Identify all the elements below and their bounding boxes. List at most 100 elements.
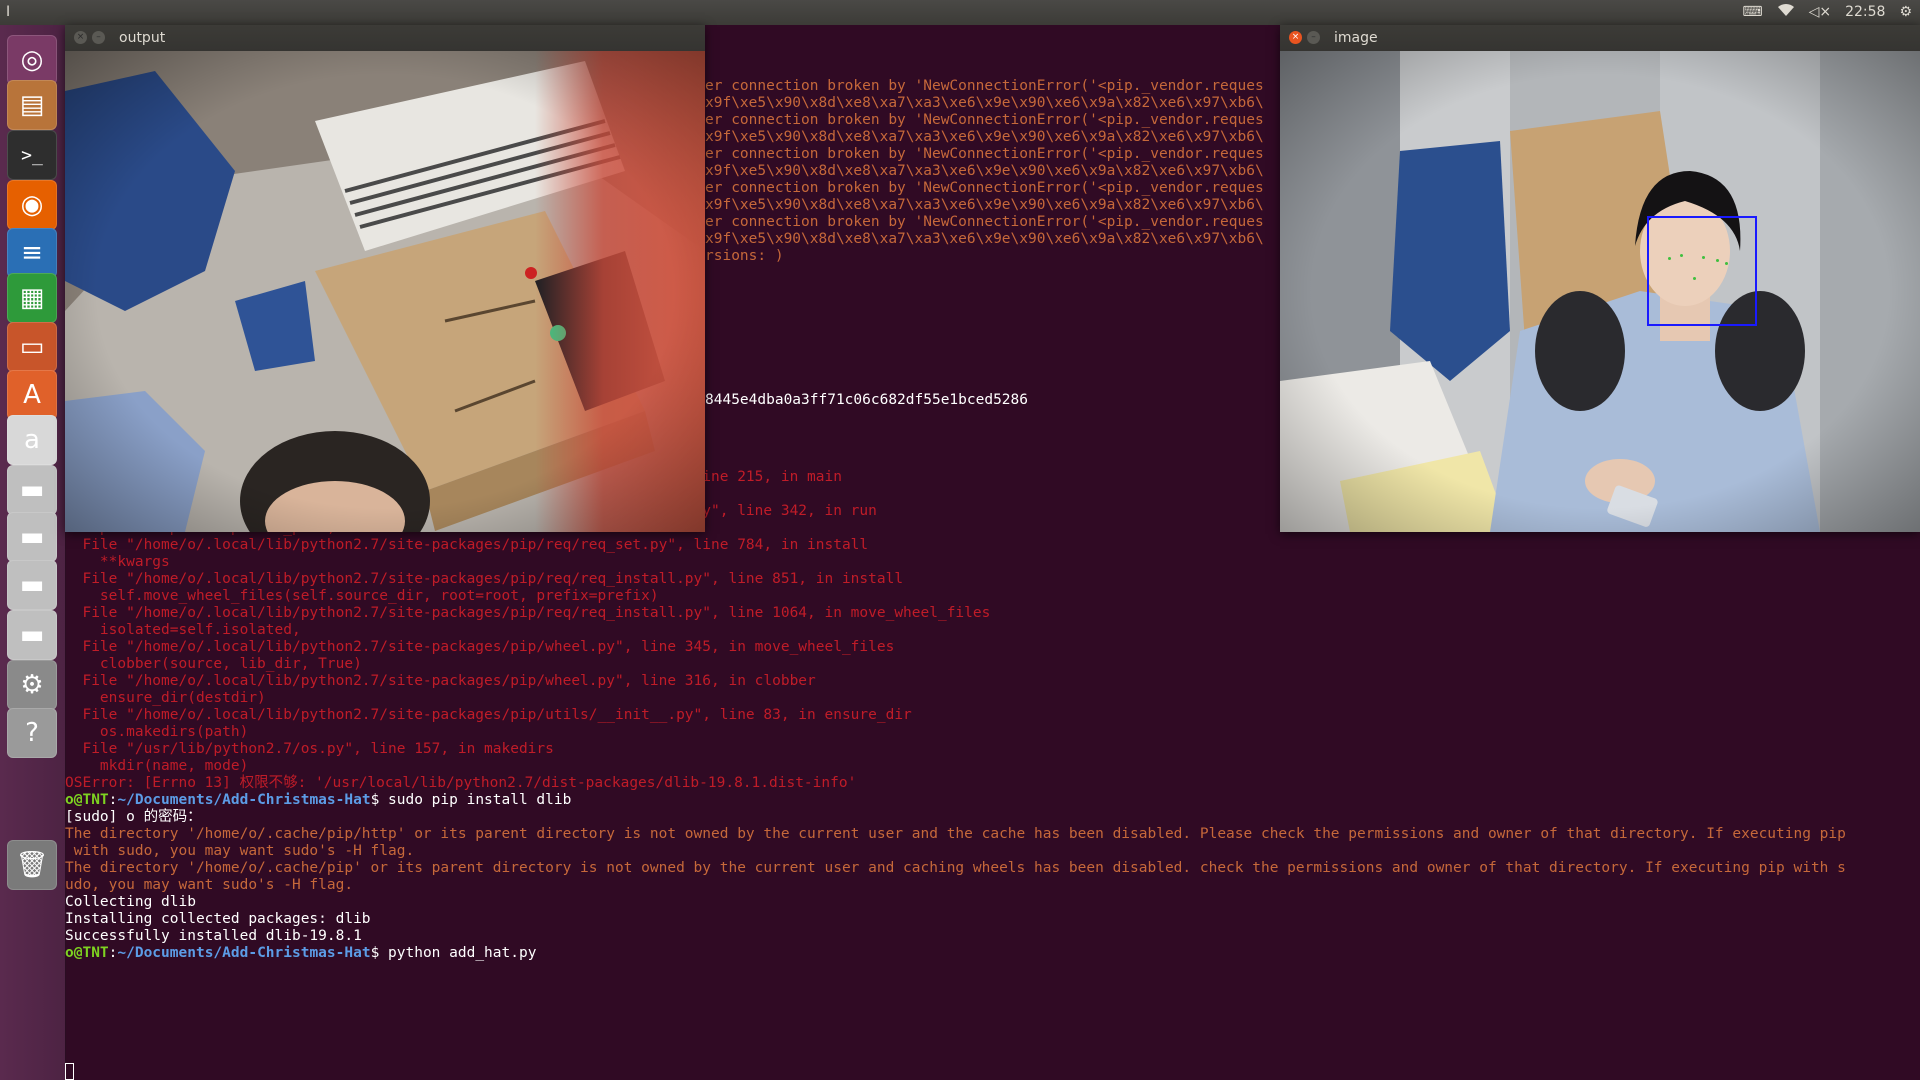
command-text: $ python add_hat.py <box>370 945 537 961</box>
terminal-line: er connection broken by 'NewConnectionEr… <box>705 78 1264 94</box>
terminal-line: o@TNT:~/Documents/Add-Christmas-Hat$ pyt… <box>65 945 536 962</box>
command-text: $ sudo pip install dlib <box>370 792 572 808</box>
terminal-line: 8445e4dba0a3ff71c06c682df55e1bced5286 <box>705 392 1029 408</box>
terminal-line: File "/home/o/.local/lib/python2.7/site-… <box>65 639 895 655</box>
image-titlebar[interactable]: × – image <box>1280 25 1920 51</box>
launcher: ◎ ▤ >_ ◉ ≡ ▦ ▭ Aa ▬ ▬ ▬ ▬ ⚙? 🗑 <box>0 25 66 1080</box>
terminal-cursor <box>65 1063 74 1080</box>
launcher-files[interactable]: ▤ <box>7 80 57 130</box>
image-window[interactable]: × – image <box>1280 25 1920 532</box>
launcher-drive-3[interactable]: ▬ <box>7 560 57 610</box>
terminal-line: isolated=self.isolated, <box>65 622 301 638</box>
launcher-system-settings[interactable]: ⚙ <box>7 660 57 710</box>
output-scene <box>65 51 705 532</box>
prompt-path: ~/Documents/Add-Christmas-Hat <box>117 945 371 961</box>
terminal-line: x9f\xe5\x90\x8d\xe8\xa7\xa3\xe6\x9e\x90\… <box>705 95 1264 111</box>
trash-icon: 🗑 <box>15 850 49 880</box>
drive-icon: ▬ <box>19 475 45 505</box>
system-tray: ⌨ ◁× 22:58 ⚙ <box>1742 3 1912 21</box>
terminal-icon: >_ <box>21 144 43 166</box>
terminal-line: rsions: ) <box>705 248 784 264</box>
terminal-line: File "/home/o/.local/lib/python2.7/site-… <box>65 673 816 689</box>
terminal-line: clobber(source, lib_dir, True) <box>65 656 362 672</box>
terminal-line: x9f\xe5\x90\x8d\xe8\xa7\xa3\xe6\x9e\x90\… <box>705 231 1264 247</box>
drive-icon: ▬ <box>19 570 45 600</box>
prompt-user: o@TNT <box>65 792 109 808</box>
terminal-line: OSError: [Errno 13] 权限不够: '/usr/local/li… <box>65 775 857 791</box>
terminal-line: er connection broken by 'NewConnectionEr… <box>705 146 1264 162</box>
window-title: image <box>1334 30 1378 46</box>
drive-icon: ▬ <box>19 522 45 552</box>
top-panel: I ⌨ ◁× 22:58 ⚙ <box>0 0 1920 25</box>
terminal-line: er connection broken by 'NewConnectionEr… <box>705 214 1264 230</box>
terminal-line: self.move_wheel_files(self.source_dir, r… <box>65 588 659 604</box>
facial-landmark <box>1725 262 1728 265</box>
terminal-line: ensure_dir(destdir) <box>65 690 266 706</box>
close-icon[interactable]: × <box>74 31 87 44</box>
terminal-line: er connection broken by 'NewConnectionEr… <box>705 112 1264 128</box>
terminal-line: File "/home/o/.local/lib/python2.7/site-… <box>65 537 869 553</box>
launcher-terminal[interactable]: >_ <box>7 130 57 180</box>
keyboard-icon[interactable]: ⌨ <box>1742 4 1762 20</box>
launcher-help[interactable]: ? <box>7 708 57 758</box>
terminal-line: The directory '/home/o/.cache/pip/http' … <box>65 826 1846 842</box>
output-titlebar[interactable]: × – output <box>65 25 705 51</box>
software-center-icon: A <box>23 380 41 410</box>
amazon-icon: a <box>24 425 40 455</box>
terminal-line: er connection broken by 'NewConnectionEr… <box>705 180 1264 196</box>
facial-landmark <box>1680 254 1683 257</box>
ubuntu-logo-icon: ◎ <box>20 45 44 75</box>
launcher-drive-4[interactable]: ▬ <box>7 610 57 660</box>
facial-landmark <box>1716 259 1719 262</box>
help-icon: ? <box>25 718 39 748</box>
terminal-line: mkdir(name, mode) <box>65 758 249 774</box>
calc-icon: ▦ <box>19 283 45 313</box>
writer-icon: ≡ <box>21 238 43 268</box>
terminal-line: with sudo, you may want sudo's -H flag. <box>65 843 415 859</box>
launcher-writer[interactable]: ≡ <box>7 228 57 278</box>
output-window[interactable]: × – output <box>65 25 705 532</box>
launcher-software-center[interactable]: A <box>7 370 57 420</box>
launcher-calc[interactable]: ▦ <box>7 273 57 323</box>
prompt-user: o@TNT <box>65 945 109 961</box>
image-scene <box>1280 51 1920 532</box>
terminal-line: udo, you may want sudo's -H flag. <box>65 877 354 893</box>
terminal-line: The directory '/home/o/.cache/pip' or it… <box>65 860 1846 876</box>
terminal-line: [sudo] o 的密码： <box>65 809 202 825</box>
launcher-firefox[interactable]: ◉ <box>7 180 57 230</box>
launcher-drive-1[interactable]: ▬ <box>7 465 57 515</box>
launcher-amazon[interactable]: a <box>7 415 57 465</box>
launcher-impress[interactable]: ▭ <box>7 322 57 372</box>
camera-frame-image <box>1280 51 1920 532</box>
clock[interactable]: 22:58 <box>1845 4 1885 20</box>
face-detection-box <box>1647 216 1757 326</box>
terminal-line: x9f\xe5\x90\x8d\xe8\xa7\xa3\xe6\x9e\x90\… <box>705 197 1264 213</box>
settings-icon: ⚙ <box>20 670 44 700</box>
facial-landmark <box>1668 257 1671 260</box>
facial-landmark <box>1693 277 1696 280</box>
minimize-icon[interactable]: – <box>1307 31 1320 44</box>
terminal-line: File "/home/o/.local/lib/python2.7/site-… <box>65 605 991 621</box>
close-icon[interactable]: × <box>1289 31 1302 44</box>
terminal-line: File "/usr/lib/python2.7/os.py", line 15… <box>65 741 554 757</box>
terminal-line: **kwargs <box>65 554 170 570</box>
launcher-drive-2[interactable]: ▬ <box>7 512 57 562</box>
prompt-path: ~/Documents/Add-Christmas-Hat <box>117 792 371 808</box>
terminal-line: Successfully installed dlib-19.8.1 <box>65 928 362 944</box>
camera-frame-output <box>65 51 705 532</box>
volume-muted-icon[interactable]: ◁× <box>1809 4 1832 20</box>
firefox-icon: ◉ <box>20 190 44 220</box>
launcher-trash[interactable]: 🗑 <box>7 840 57 890</box>
minimize-icon[interactable]: – <box>92 31 105 44</box>
launcher-dash-home[interactable]: ◎ <box>7 35 57 85</box>
gear-icon[interactable]: ⚙ <box>1899 4 1912 20</box>
terminal-line: Collecting dlib <box>65 894 196 910</box>
terminal-line: Installing collected packages: dlib <box>65 911 371 927</box>
panel-indicator: I <box>6 4 11 20</box>
impress-icon: ▭ <box>19 332 45 362</box>
terminal-line: o@TNT:~/Documents/Add-Christmas-Hat$ sud… <box>65 792 571 809</box>
drive-icon: ▬ <box>19 620 45 650</box>
wifi-icon[interactable] <box>1777 3 1795 21</box>
terminal-line: os.makedirs(path) <box>65 724 249 740</box>
window-title: output <box>119 30 166 46</box>
